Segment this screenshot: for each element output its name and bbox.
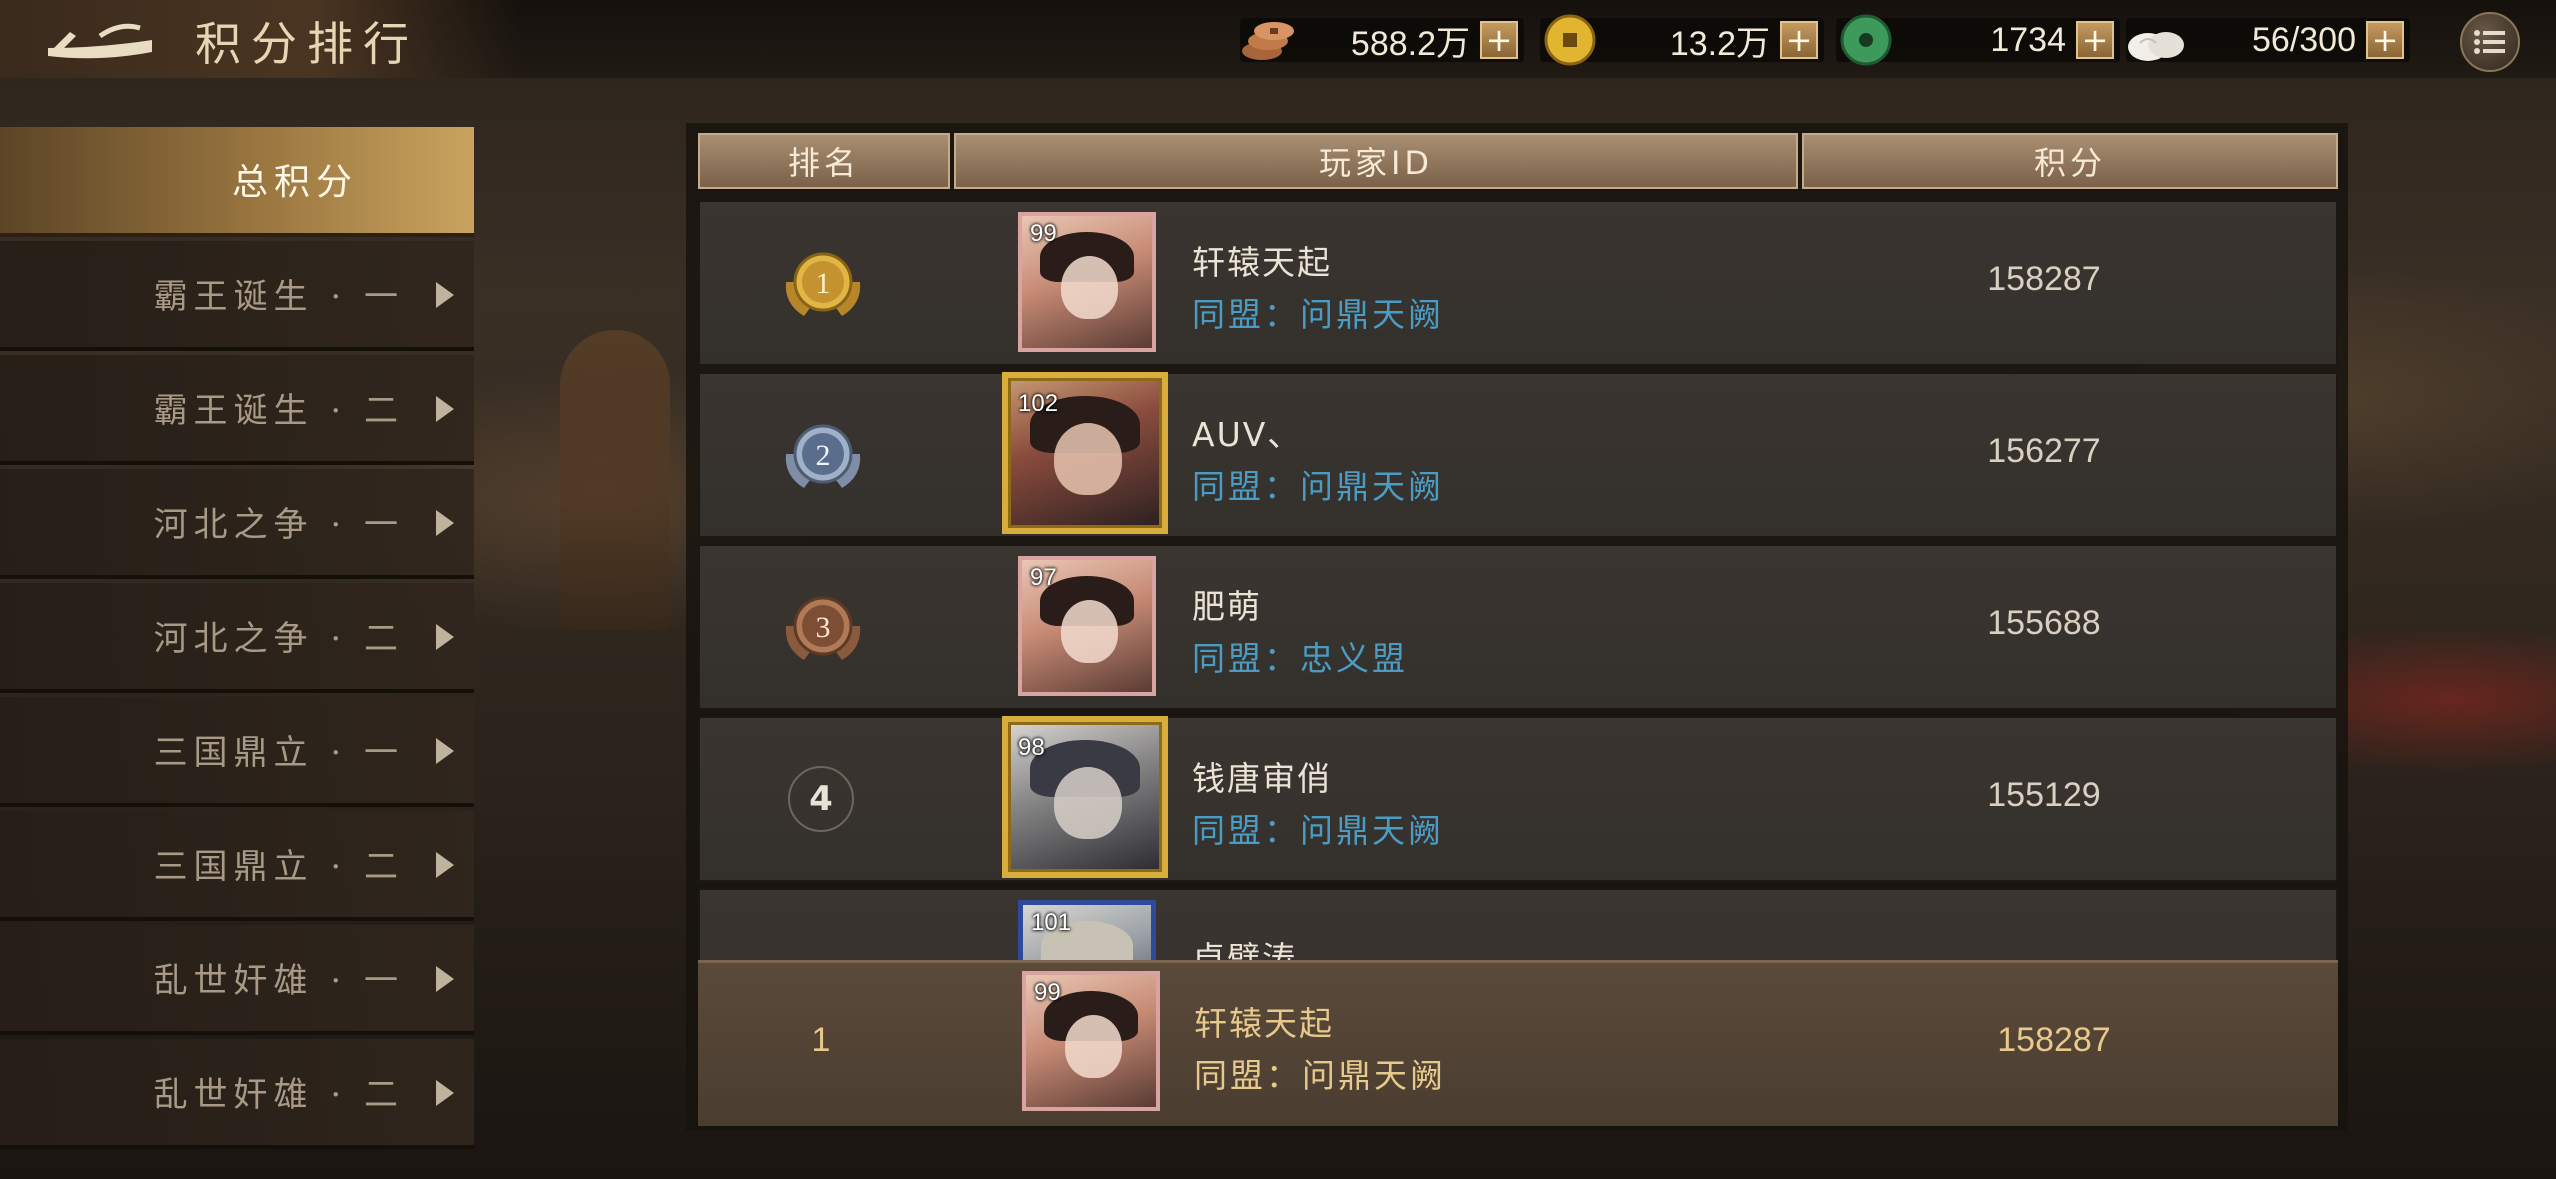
arrow-right-icon [436,966,454,992]
my-avatar[interactable]: 99 [1022,971,1160,1111]
table-row[interactable]: 2 102 AUV、 同盟：问鼎天阙 156277 [698,372,2338,538]
sidebar-item-label: 霸王诞生 · 二 [153,391,404,431]
sidebar-item-hebei-1[interactable]: 河北之争 · 一 [0,469,474,579]
my-alliance: 同盟：问鼎天阙 [1194,1056,1446,1095]
category-sidebar: 总积分 霸王诞生 · 一 霸王诞生 · 二 河北之争 · 一 河北之争 · 二 … [0,127,474,1179]
rank-number: 3 [816,611,831,644]
column-score: 积分 [1802,133,2338,189]
sidebar-item-label: 总积分 [232,162,359,203]
table-row[interactable]: 1 99 轩辕天起 同盟：问鼎天阙 158287 [698,200,2338,366]
level-badge: 98 [1018,734,1045,761]
table-row[interactable]: 4 98 钱唐审俏 同盟：问鼎天阙 155129 [698,716,2338,882]
arrow-right-icon [436,396,454,422]
sidebar-item-total[interactable]: 总积分 [0,127,474,237]
silver-medal-icon: 2 [785,424,861,488]
jade-value: 1734 [1990,20,2066,59]
level-badge: 99 [1034,979,1061,1006]
arrow-right-icon [436,282,454,308]
sidebar-item-label: 乱世奸雄 · 一 [153,961,404,1001]
sidebar-item-hebei-2[interactable]: 河北之争 · 二 [0,583,474,693]
arrow-right-icon [436,738,454,764]
jade-icon [1836,14,1896,66]
sidebar-item-luanshi-1[interactable]: 乱世奸雄 · 一 [0,925,474,1035]
rank-number: 1 [816,267,831,300]
player-score: 155688 [1987,604,2101,642]
avatar[interactable]: 99 [1018,212,1156,352]
level-badge: 102 [1018,390,1059,417]
sidebar-item-luanshi-2[interactable]: 乱世奸雄 · 二 [0,1039,474,1149]
player-name: 轩辕天起 [1192,243,1332,282]
resource-gold: 13.2万 + [1540,14,1818,66]
arrow-right-icon [436,1080,454,1106]
sidebar-item-label: 河北之争 · 一 [153,505,404,545]
player-name: 钱唐审俏 [1192,759,1332,798]
sidebar-item-sanguo-1[interactable]: 三国鼎立 · 一 [0,697,474,807]
my-rank-number: 1 [811,1021,831,1059]
sidebar-item-label: 乱世奸雄 · 二 [153,1075,404,1115]
menu-button[interactable] [2460,12,2520,72]
player-score: 155129 [1987,776,2101,814]
player-alliance: 同盟：忠义盟 [1192,639,1408,678]
player-alliance: 同盟：问鼎天阙 [1192,295,1444,334]
sidebar-item-bawang-1[interactable]: 霸王诞生 · 一 [0,241,474,351]
add-jade-button[interactable]: + [2076,21,2114,59]
rank-number: 4 [788,766,854,832]
gold-value: 13.2万 [1669,24,1770,63]
player-name: 肥萌 [1192,587,1262,626]
back-button[interactable] [40,14,160,64]
sidebar-item-label: 霸王诞生 · 一 [153,277,404,317]
back-arrow-icon [48,23,152,59]
avatar[interactable]: 102 [1002,372,1168,534]
my-rank-row: 1 99 轩辕天起 同盟：问鼎天阙 158287 [698,960,2338,1126]
avatar[interactable]: 97 [1018,556,1156,696]
player-name: AUV、 [1192,415,1303,454]
resource-copper: 588.2万 + [1240,14,1518,66]
sidebar-item-label: 三国鼎立 · 二 [153,847,404,887]
my-score: 158287 [1997,1021,2111,1059]
player-alliance: 同盟：问鼎天阙 [1192,811,1444,850]
steamed-bun-icon [2126,14,2186,66]
sidebar-item-sanguo-2[interactable]: 三国鼎立 · 二 [0,811,474,921]
list-menu-icon [2474,30,2505,54]
table-row[interactable]: 3 97 肥萌 同盟：忠义盟 155688 [698,544,2338,710]
sidebar-item-label: 三国鼎立 · 一 [153,733,404,773]
sidebar-item-bawang-2[interactable]: 霸王诞生 · 二 [0,355,474,465]
page-title: 积分排行 [195,17,419,71]
bronze-medal-icon: 3 [785,596,861,660]
rank-number: 2 [816,439,831,472]
player-alliance: 同盟：问鼎天阙 [1192,467,1444,506]
player-score: 156277 [1987,432,2101,470]
add-copper-button[interactable]: + [1480,21,1518,59]
add-gold-button[interactable]: + [1780,21,1818,59]
gold-medal-icon: 1 [785,252,861,316]
top-bar: 积分排行 588.2万 + 13.2万 + 1734 + 56/300 + [0,0,2556,78]
column-rank: 排名 [698,133,950,189]
column-player-id: 玩家ID [954,133,1798,189]
resource-food: 56/300 + [2126,14,2404,66]
add-food-button[interactable]: + [2366,21,2404,59]
copper-coins-icon [1240,14,1300,66]
food-value: 56/300 [2252,20,2356,59]
level-badge: 99 [1030,220,1057,247]
avatar[interactable]: 98 [1002,716,1168,878]
player-score: 158287 [1987,260,2101,298]
my-player-name: 轩辕天起 [1194,1004,1334,1043]
level-badge: 101 [1031,909,1072,936]
background-ornament [560,330,670,630]
gold-coin-icon [1540,14,1600,66]
copper-value: 588.2万 [1350,24,1470,63]
arrow-right-icon [436,852,454,878]
arrow-right-icon [436,510,454,536]
sidebar-item-label: 河北之争 · 二 [153,619,404,659]
arrow-right-icon [436,624,454,650]
level-badge: 97 [1030,564,1057,591]
resource-jade: 1734 + [1836,14,2114,66]
